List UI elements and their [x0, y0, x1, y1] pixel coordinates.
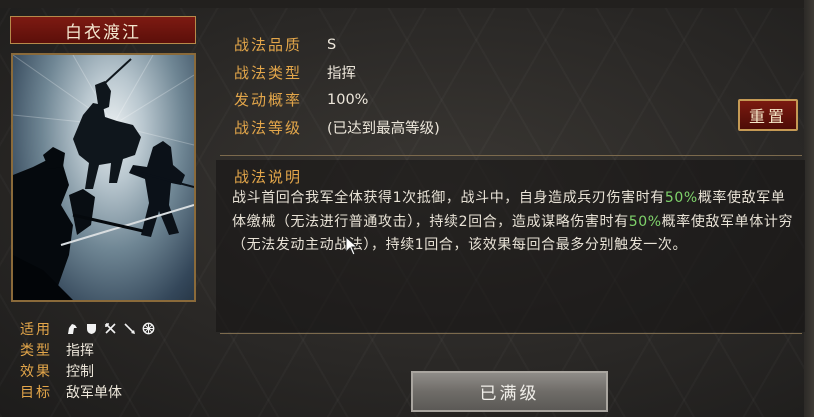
skill-attributes: 战法品质 S 战法类型 指挥 发动概率 100% 战法等级 (已达到最高等级) — [234, 31, 440, 141]
siege-wheel-icon — [142, 322, 155, 335]
stat-label: 类型 — [20, 342, 52, 359]
skill-name-banner: 白衣渡江 — [10, 16, 196, 44]
stat-value: 敌军单体 — [66, 384, 122, 401]
attr-label: 战法品质 — [234, 36, 303, 55]
stat-label: 适用 — [20, 321, 52, 338]
description-panel: 战法说明 战斗首回合我军全体获得1次抵御，战斗中，自身造成兵刃伤害时有50%概率… — [216, 160, 805, 332]
attr-row-level: 战法等级 (已达到最高等级) — [234, 114, 440, 142]
mouse-cursor-icon — [345, 235, 359, 260]
stat-label: 目标 — [20, 384, 52, 401]
stat-row-type: 类型 指挥 — [20, 339, 155, 360]
stat-row-effect: 效果 控制 — [20, 360, 155, 381]
attr-label: 战法等级 — [234, 118, 303, 137]
description-segment: 战斗首回合我军全体获得1次抵御，战斗中，自身造成兵刃伤害时有 — [232, 190, 665, 206]
description-highlight: 50% — [628, 213, 662, 230]
archer-icon — [104, 322, 117, 335]
attr-value: (已达到最高等级) — [327, 120, 440, 137]
attr-label: 发动概率 — [234, 91, 303, 110]
attr-value: S — [327, 36, 337, 53]
stat-value: 指挥 — [66, 342, 94, 359]
stat-label: 效果 — [20, 363, 52, 380]
stat-row-target: 目标 敌军单体 — [20, 381, 155, 402]
description-highlight: 50% — [664, 190, 698, 206]
description-text: 战斗首回合我军全体获得1次抵御，战斗中，自身造成兵刃伤害时有50%概率使敌军单体… — [232, 187, 797, 258]
top-strip — [0, 0, 814, 8]
attr-row-quality: 战法品质 S — [234, 31, 440, 59]
divider — [220, 155, 802, 156]
attr-value: 100% — [327, 91, 369, 108]
attr-label: 战法类型 — [234, 63, 303, 82]
stat-value: 控制 — [66, 363, 94, 380]
attr-value: 指挥 — [327, 65, 356, 82]
troop-type-icons — [66, 322, 155, 335]
skill-card-art — [11, 53, 196, 302]
spear-icon — [123, 322, 136, 335]
maxed-level-button[interactable]: 已满级 — [411, 371, 608, 412]
attr-row-type: 战法类型 指挥 — [234, 59, 440, 87]
attr-row-probability: 发动概率 100% — [234, 86, 440, 114]
cavalry-icon — [66, 322, 79, 335]
skill-stats: 适用 类型 指挥 效果 控制 目标 敌军单体 — [20, 318, 155, 402]
description-title: 战法说明 — [234, 168, 303, 186]
shield-icon — [85, 322, 98, 335]
right-edge — [804, 0, 814, 417]
divider — [220, 333, 802, 334]
reset-button[interactable]: 重置 — [738, 99, 798, 131]
stat-row-applicable: 适用 — [20, 318, 155, 339]
